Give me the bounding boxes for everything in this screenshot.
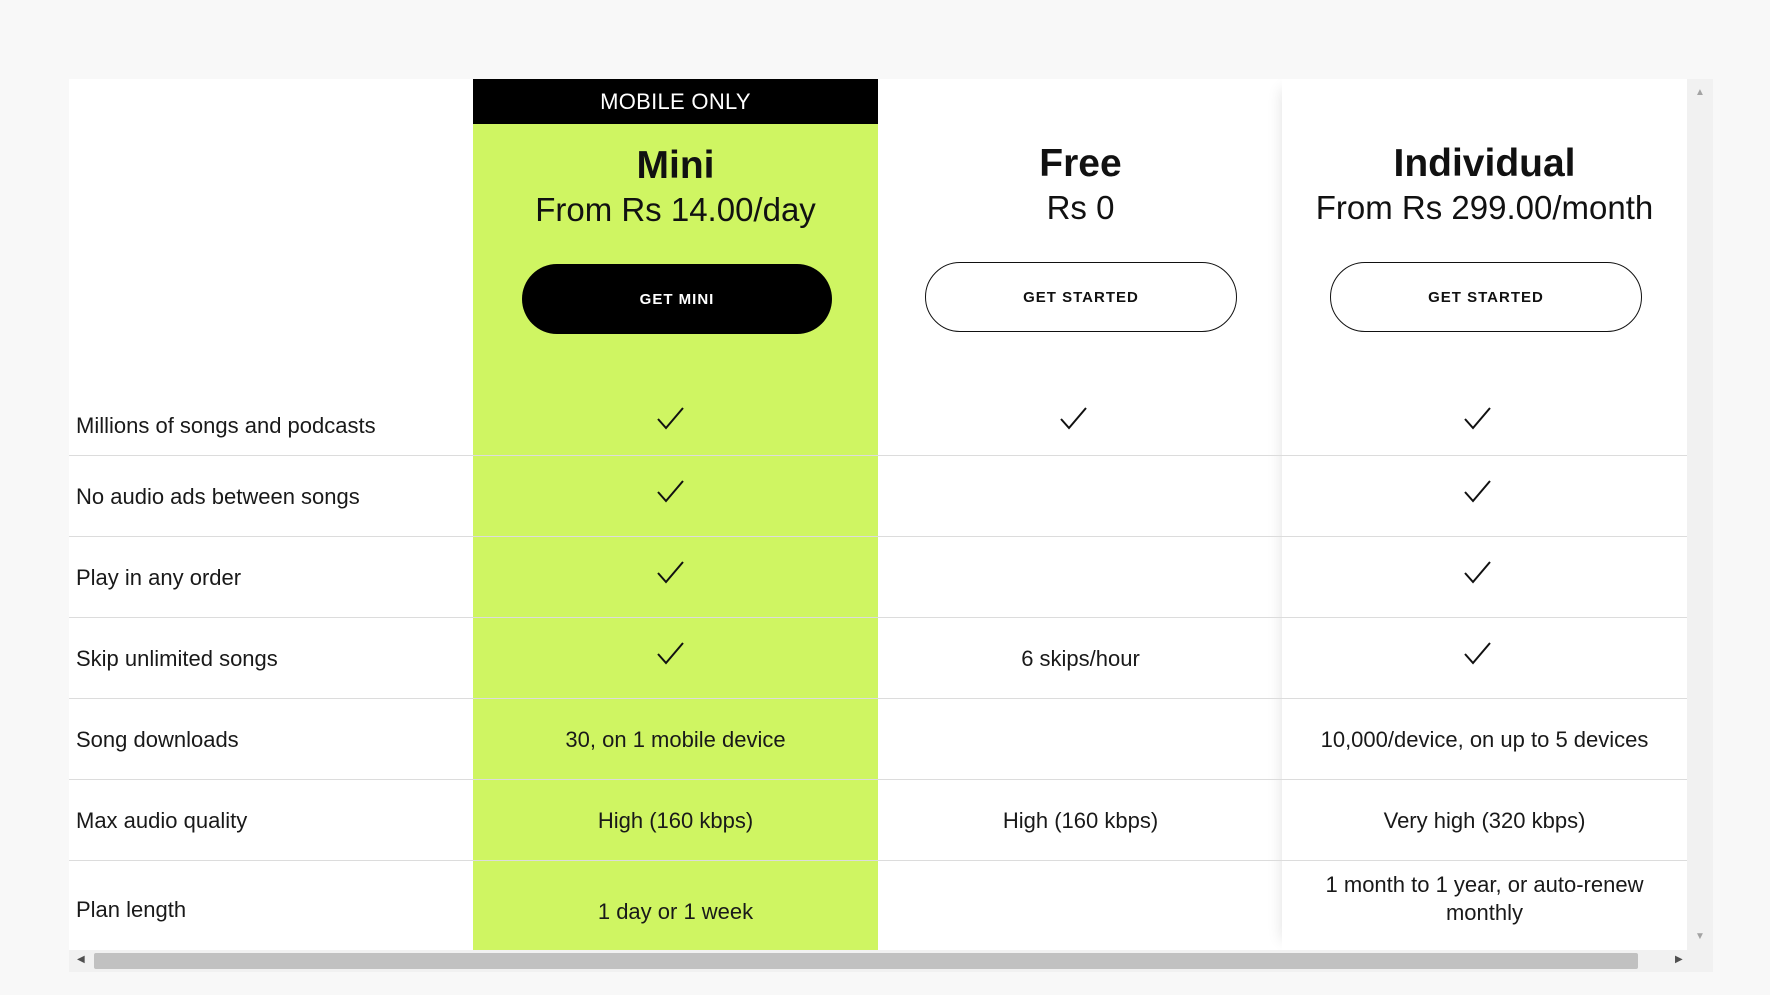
feature-row: Plan length 1 day or 1 week 1 month to 1 y… bbox=[69, 860, 1687, 950]
scroll-left-arrow-icon[interactable]: ◀ bbox=[77, 954, 85, 965]
feature-cell-free bbox=[870, 404, 1275, 442]
checkmark-icon bbox=[1059, 407, 1087, 430]
feature-cell-individual: 1 month to 1 year, or auto-renew monthly bbox=[1325, 872, 1644, 925]
horizontal-scroll-thumb[interactable] bbox=[94, 953, 1638, 969]
feature-cell-individual bbox=[1274, 404, 1679, 442]
plan-price: From Rs 14.00/day bbox=[535, 191, 816, 228]
scroll-right-arrow-icon[interactable]: ▶ bbox=[1675, 954, 1683, 965]
get-mini-button[interactable]: GET MINI bbox=[522, 264, 832, 334]
feature-label: Millions of songs and podcasts bbox=[76, 413, 376, 438]
plan-comparison-table: MOBILE ONLY Mini From Rs 14.00/day Free … bbox=[69, 79, 1713, 950]
feature-cell-mini bbox=[467, 558, 872, 596]
checkmark-icon bbox=[1463, 561, 1491, 584]
feature-cell-mini bbox=[467, 639, 872, 677]
feature-cell-mini: 30, on 1 mobile device bbox=[565, 727, 786, 752]
feature-cell-mini bbox=[467, 404, 872, 442]
checkmark-icon bbox=[656, 407, 684, 430]
feature-label: Plan length bbox=[76, 897, 187, 922]
checkmark-icon bbox=[656, 561, 684, 584]
feature-cell-individual bbox=[1274, 558, 1679, 596]
feature-label: Song downloads bbox=[76, 727, 239, 752]
plan-header-mini: Mini From Rs 14.00/day bbox=[473, 144, 878, 230]
feature-cell-individual: 10,000/device, on up to 5 devices bbox=[1320, 727, 1649, 752]
feature-cell-individual bbox=[1274, 477, 1679, 515]
checkmark-icon bbox=[1463, 642, 1491, 665]
individual-get-started-button[interactable]: GET STARTED bbox=[1330, 262, 1642, 332]
feature-row: Millions of songs and podcasts bbox=[69, 374, 1687, 455]
feature-label: Skip unlimited songs bbox=[76, 646, 278, 671]
feature-row: No audio ads between songs bbox=[69, 455, 1687, 537]
vertical-scrollbar[interactable]: ▲ ▼ bbox=[1687, 79, 1713, 950]
feature-row: Song downloads 30, on 1 mobile device 10,0… bbox=[69, 698, 1687, 780]
feature-cell-individual bbox=[1274, 639, 1679, 677]
feature-label: No audio ads between songs bbox=[76, 484, 360, 509]
feature-row: Max audio quality High (160 kbps) High (16… bbox=[69, 779, 1687, 861]
horizontal-scrollbar[interactable]: ◀ ▶ bbox=[69, 950, 1713, 972]
feature-cell-mini: High (160 kbps) bbox=[597, 808, 754, 833]
mobile-only-badge: MOBILE ONLY bbox=[473, 79, 878, 124]
plan-name: Free bbox=[1039, 142, 1122, 185]
plan-header-free: Free Rs 0 bbox=[878, 142, 1283, 228]
feature-cell-individual: Very high (320 kbps) bbox=[1383, 808, 1586, 833]
checkmark-icon bbox=[656, 480, 684, 503]
plan-price: Rs 0 bbox=[1046, 189, 1115, 226]
feature-label: Max audio quality bbox=[76, 808, 248, 833]
free-get-started-button[interactable]: GET STARTED bbox=[925, 262, 1237, 332]
plan-name: Mini bbox=[636, 144, 715, 187]
feature-label: Play in any order bbox=[76, 565, 242, 590]
feature-row: Skip unlimited songs 6 skips/hour bbox=[69, 617, 1687, 699]
feature-cell-mini: 1 day or 1 week bbox=[597, 899, 754, 924]
scroll-up-arrow-icon[interactable]: ▲ bbox=[1695, 87, 1705, 98]
feature-row: Play in any order bbox=[69, 536, 1687, 618]
checkmark-icon bbox=[656, 642, 684, 665]
feature-cell-mini bbox=[467, 477, 872, 515]
feature-cell-free: High (160 kbps) bbox=[1002, 808, 1159, 833]
plan-name: Individual bbox=[1393, 142, 1576, 185]
checkmark-icon bbox=[1463, 407, 1491, 430]
plan-header-individual: Individual From Rs 299.00/month bbox=[1282, 142, 1687, 228]
feature-cell-free: 6 skips/hour bbox=[1021, 646, 1140, 671]
plan-price: From Rs 299.00/month bbox=[1315, 189, 1654, 226]
checkmark-icon bbox=[1463, 480, 1491, 503]
scroll-down-arrow-icon[interactable]: ▼ bbox=[1695, 931, 1705, 942]
